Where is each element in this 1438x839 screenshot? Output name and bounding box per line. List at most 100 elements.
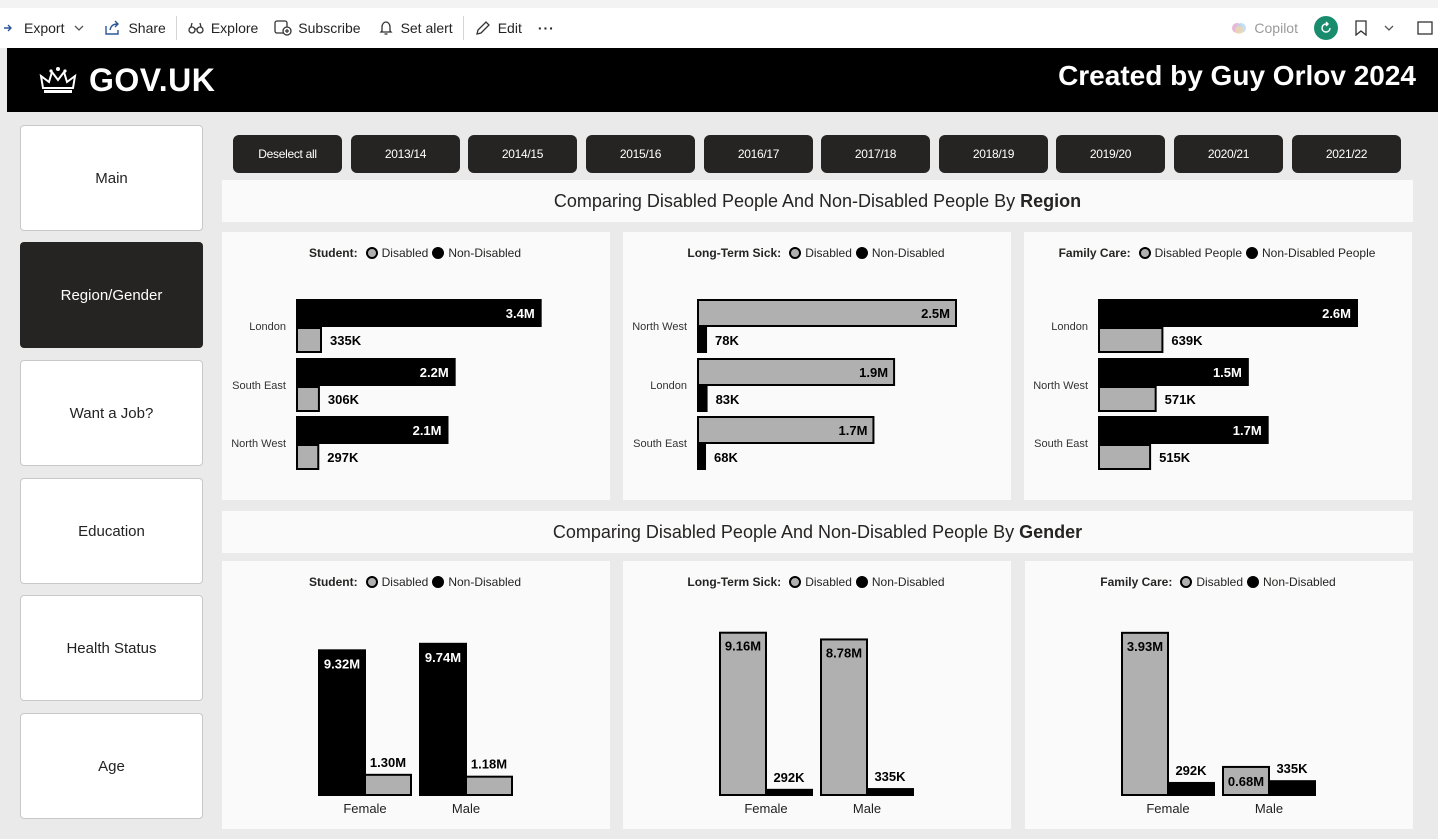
edit-label: Edit — [497, 20, 522, 36]
data-label: 1.30M — [370, 755, 406, 770]
region-student-chart[interactable]: Student: Disabled Non-Disabled London 3.4… — [222, 232, 610, 500]
nav-education-button[interactable]: Education — [20, 478, 203, 584]
bar-non-disabled — [765, 788, 813, 797]
year-2017-18-button[interactable]: 2017/18 — [821, 135, 930, 173]
data-label: 639K — [1171, 333, 1203, 348]
gender-student-chart[interactable]: Student: Disabled Non-Disabled 9.32M 1.30… — [222, 561, 610, 829]
nav-label: Health Status — [66, 639, 157, 657]
nav-region-gender-button[interactable]: Region/Gender — [20, 242, 203, 348]
refresh-button[interactable] — [1314, 16, 1338, 40]
data-label: 2.5M — [921, 306, 950, 321]
window-icon — [1416, 19, 1434, 37]
explore-label: Explore — [210, 20, 259, 36]
category-tick-label: Male — [1255, 801, 1283, 816]
bar-disabled — [296, 386, 320, 412]
year-2021-22-button[interactable]: 2021/22 — [1292, 135, 1401, 173]
explore-button[interactable]: Explore — [179, 12, 266, 44]
nav-health-status-button[interactable]: Health Status — [20, 595, 203, 701]
bar-non-disabled — [697, 444, 707, 470]
copilot-icon — [1230, 19, 1248, 37]
gov-logo-text: GOV.UK — [89, 62, 216, 98]
region-family-care-chart[interactable]: Family Care: Disabled People Non-Disable… — [1024, 232, 1412, 500]
year-2013-14-button[interactable]: 2013/14 — [351, 135, 460, 173]
bar-disabled — [296, 444, 320, 470]
nav-age-button[interactable]: Age — [20, 713, 203, 819]
bar-disabled-people — [1098, 327, 1164, 353]
export-label: Export — [24, 20, 65, 36]
data-label: 68K — [714, 450, 738, 465]
set-alert-label: Set alert — [400, 20, 453, 36]
data-label: 1.7M — [1233, 423, 1262, 438]
deselect-all-button[interactable]: Deselect all — [233, 135, 342, 173]
section-title-bold: Gender — [1019, 521, 1083, 542]
data-label: 335K — [330, 333, 362, 348]
section-title-bold: Region — [1020, 190, 1082, 211]
bar-non-disabled — [419, 642, 467, 796]
view-toggle-button[interactable] — [1412, 12, 1434, 44]
data-label: 9.16M — [725, 639, 761, 654]
bar-non-disabled — [697, 386, 708, 412]
set-alert-button[interactable]: Set alert — [369, 12, 461, 44]
pencil-icon — [474, 19, 492, 37]
data-label: 571K — [1165, 392, 1197, 407]
year-2018-19-button[interactable]: 2018/19 — [939, 135, 1048, 173]
edit-button[interactable]: Edit — [466, 12, 530, 44]
copilot-label: Copilot — [1254, 20, 1298, 36]
more-options-label: ··· — [537, 20, 555, 36]
data-label: 9.32M — [324, 656, 360, 671]
year-2020-21-button[interactable]: 2020/21 — [1174, 135, 1283, 173]
toolbar: Export Share Explore Subscribe Set alert… — [0, 0, 1438, 48]
category-tick-label: Male — [853, 801, 881, 816]
data-label: 306K — [328, 392, 360, 407]
year-2014-15-button[interactable]: 2014/15 — [468, 135, 577, 173]
region-long-term-sick-chart[interactable]: Long-Term Sick: Disabled Non-Disabled No… — [623, 232, 1011, 500]
copilot-button[interactable]: Copilot — [1230, 19, 1298, 37]
author-credit: Created by Guy Orlov 2024 — [1058, 60, 1416, 91]
bar-disabled — [1121, 631, 1169, 796]
header-banner: GOV.UK Created by Guy Orlov 2024 — [7, 48, 1438, 112]
data-label: 83K — [716, 392, 740, 407]
data-label: 3.4M — [506, 306, 535, 321]
category-tick-label: Female — [343, 801, 386, 816]
category-tick-label: South East — [1034, 438, 1088, 450]
chart-plot: North West 2.5M 78K London 1.9M 83K South East… — [632, 299, 957, 470]
bar-disabled — [719, 631, 767, 796]
nav-want-a-job-button[interactable]: Want a Job? — [20, 360, 203, 466]
export-arrow-icon — [0, 19, 18, 37]
data-label: 2.1M — [413, 423, 442, 438]
more-options-button[interactable]: ··· — [530, 12, 563, 44]
data-label: 9.74M — [425, 650, 461, 665]
toolbar-divider — [175, 16, 177, 40]
bar-non-disabled — [318, 649, 366, 796]
bar-non-disabled — [866, 788, 914, 796]
gender-family-care-chart[interactable]: Family Care: Disabled Non-Disabled 3.93M… — [1025, 561, 1413, 829]
report-canvas: GOV.UK Created by Guy Orlov 2024 Main Re… — [7, 48, 1438, 839]
year-2016-17-button[interactable]: 2016/17 — [704, 135, 813, 173]
bar-non-disabled — [1167, 781, 1215, 796]
category-tick-label: North West — [231, 438, 286, 450]
data-label: 292K — [1175, 763, 1207, 778]
bar-non-disabled — [296, 299, 542, 327]
share-button[interactable]: Share — [96, 12, 173, 44]
year-2019-20-button[interactable]: 2019/20 — [1056, 135, 1165, 173]
nav-label: Age — [98, 757, 125, 775]
year-2015-16-button[interactable]: 2015/16 — [586, 135, 695, 173]
category-tick-label: London — [650, 380, 687, 392]
bar-disabled — [296, 327, 323, 353]
bookmark-icon — [1352, 19, 1370, 37]
region-section-title: Comparing Disabled People And Non-Disabl… — [222, 180, 1413, 222]
data-label: 297K — [327, 450, 359, 465]
bar-non-disabled-people — [1098, 299, 1358, 327]
gender-long-term-sick-chart[interactable]: Long-Term Sick: Disabled Non-Disabled 9.… — [623, 561, 1011, 829]
category-tick-label: Female — [1146, 801, 1189, 816]
share-icon — [104, 19, 122, 37]
bookmark-button[interactable] — [1348, 12, 1402, 44]
subscribe-button[interactable]: Subscribe — [266, 12, 368, 44]
section-title-text: Comparing Disabled People And Non-Disabl… — [552, 521, 1015, 542]
export-button[interactable]: Export — [0, 12, 96, 44]
data-label: 8.78M — [826, 645, 862, 660]
chart-plot: 9.16M 292K Female 8.78M 335K Male — [719, 631, 914, 816]
data-label: 1.9M — [859, 365, 888, 380]
data-label: 0.68M — [1228, 774, 1264, 789]
nav-main-button[interactable]: Main — [20, 125, 203, 231]
